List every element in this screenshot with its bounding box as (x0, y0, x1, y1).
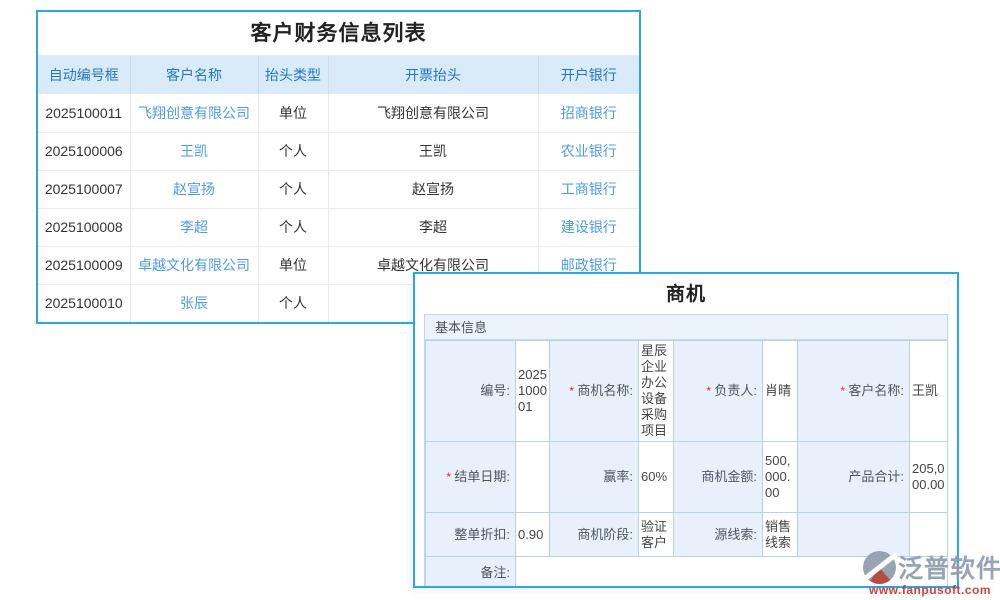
table-cell: 赵宣扬 (328, 170, 538, 208)
customer-name-link[interactable]: 赵宣扬 (130, 170, 258, 208)
bank-link[interactable]: 招商银行 (538, 94, 639, 132)
table-cell: 2025100007 (38, 170, 130, 208)
vendor-name: 泛普软件 (898, 549, 1000, 585)
required-asterisk: * (569, 384, 577, 398)
form-value-cell (516, 442, 550, 513)
vendor-url: www.fanpusoft.com (869, 583, 1000, 597)
opportunity-window: 商机 基本信息 编号:2025100001* 商机名称:星辰企业办公设备采购项目… (413, 272, 959, 588)
customer-name-link[interactable]: 飞翔创意有限公司 (130, 94, 258, 132)
form-title: 商机 (415, 274, 957, 314)
table-row: 2025100007赵宣扬个人赵宣扬工商银行 (38, 170, 639, 208)
table-row: 2025100008李超个人李超建设银行 (38, 208, 639, 246)
customer-name-link[interactable]: 王凯 (130, 132, 258, 170)
table-cell: 李超 (328, 208, 538, 246)
customer-name-link[interactable]: 卓越文化有限公司 (130, 246, 258, 284)
table-row: 2025100011飞翔创意有限公司单位飞翔创意有限公司招商银行 (38, 94, 639, 132)
form-value-cell: 王凯 (910, 341, 948, 442)
table-cell: 个人 (258, 132, 328, 170)
customer-name-link[interactable]: 李超 (130, 208, 258, 246)
form-row: 编号:2025100001* 商机名称:星辰企业办公设备采购项目* 负责人:肖晴… (426, 341, 948, 442)
table-cell: 2025100009 (38, 246, 130, 284)
table-cell: 个人 (258, 284, 328, 322)
form-label-cell: * 负责人: (674, 341, 763, 442)
form-label-cell: 赢率: (550, 442, 639, 513)
basic-info-box: 基本信息 编号:2025100001* 商机名称:星辰企业办公设备采购项目* 负… (424, 314, 948, 588)
table-cell: 个人 (258, 208, 328, 246)
form-value-cell: 肖晴 (763, 341, 798, 442)
table-header-row: 自动编号框 客户名称 抬头类型 开票抬头 开户银行 (38, 56, 639, 94)
form-row: * 结单日期: 赢率:60%商机金额:500,000.00产品合计:205,000… (426, 442, 948, 513)
col-header-auto-number: 自动编号框 (38, 56, 130, 94)
table-cell: 2025100008 (38, 208, 130, 246)
fanpu-logo-icon (863, 551, 896, 584)
form-label-cell: * 结单日期: (426, 442, 516, 513)
col-header-customer-name: 客户名称 (130, 56, 258, 94)
form-value-cell: 60% (639, 442, 674, 513)
form-value-cell: 205,000.00 (910, 442, 948, 513)
customer-name-link[interactable]: 张辰 (130, 284, 258, 322)
required-asterisk: * (706, 384, 714, 398)
form-label-cell: 整单折扣: (426, 513, 516, 557)
vendor-watermark: 泛普软件 www.fanpusoft.com (863, 549, 1000, 597)
table-cell: 单位 (258, 94, 328, 132)
form-label-cell: 产品合计: (798, 442, 910, 513)
form-label-cell: 源线索: (674, 513, 763, 557)
form-value-cell: 2025100001 (516, 341, 550, 442)
bank-link[interactable]: 工商银行 (538, 170, 639, 208)
table-row: 2025100006王凯个人王凯农业银行 (38, 132, 639, 170)
table-cell: 个人 (258, 170, 328, 208)
form-value-cell: 销售线索 (763, 513, 798, 557)
table-cell: 单位 (258, 246, 328, 284)
form-value-cell: 500,000.00 (763, 442, 798, 513)
form-label-cell: 商机阶段: (550, 513, 639, 557)
bank-link[interactable]: 农业银行 (538, 132, 639, 170)
table-cell: 2025100010 (38, 284, 130, 322)
form-value-cell: 星辰企业办公设备采购项目 (639, 341, 674, 442)
form-label-cell: * 客户名称: (798, 341, 910, 442)
form-value-cell: 验证客户 (639, 513, 674, 557)
table-cell: 飞翔创意有限公司 (328, 94, 538, 132)
col-header-bank: 开户银行 (538, 56, 639, 94)
form-value-cell: 0.90 (516, 513, 550, 557)
form-label-cell: 备注: (426, 557, 516, 589)
required-asterisk: * (840, 384, 848, 398)
col-header-title-type: 抬头类型 (258, 56, 328, 94)
form-label-cell: * 商机名称: (550, 341, 639, 442)
section-basic-info: 基本信息 (425, 315, 947, 340)
table-cell: 2025100006 (38, 132, 130, 170)
list-title: 客户财务信息列表 (38, 12, 639, 56)
form-label-cell: 编号: (426, 341, 516, 442)
table-cell: 王凯 (328, 132, 538, 170)
form-label-cell: 商机金额: (674, 442, 763, 513)
bank-link[interactable]: 建设银行 (538, 208, 639, 246)
required-asterisk: * (446, 470, 454, 484)
col-header-invoice-title: 开票抬头 (328, 56, 538, 94)
desktop: 客户财务信息列表 自动编号框 客户名称 抬头类型 开票抬头 开户银行 20251… (0, 0, 1000, 600)
table-cell: 2025100011 (38, 94, 130, 132)
